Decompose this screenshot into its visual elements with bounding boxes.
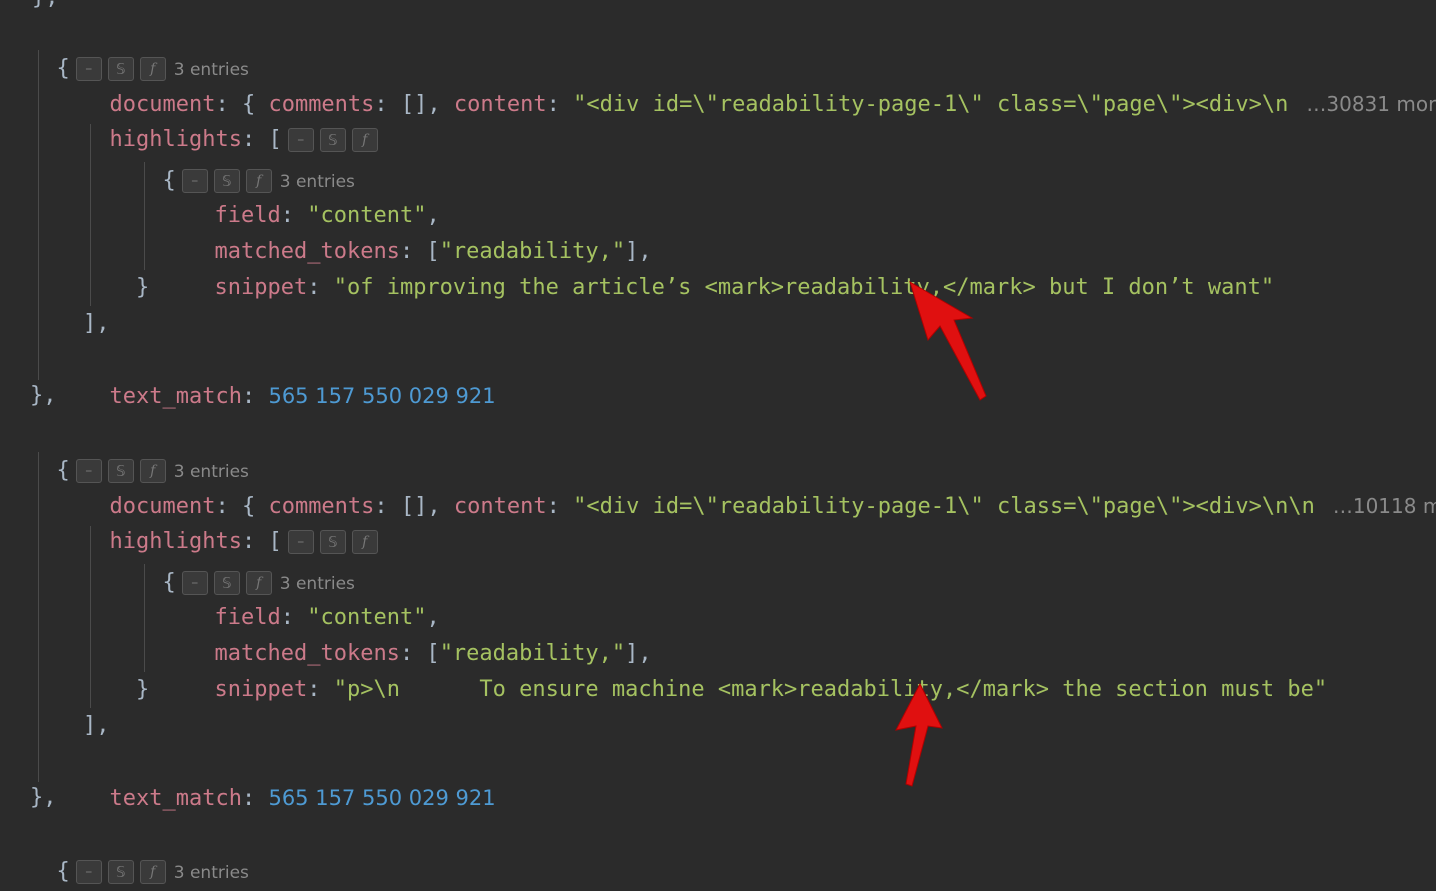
snippet-row: snippet: "p>\n To ensure machine <mark>r… bbox=[214, 677, 1328, 702]
indent-guide bbox=[90, 124, 91, 306]
highlight-object-header: {– 𝕊f 3 entries bbox=[162, 168, 355, 193]
highlights-close: ], bbox=[83, 311, 110, 336]
annotation-arrow-1 bbox=[909, 280, 987, 401]
text-match-row: text_match: 565 157 550 029 921 bbox=[109, 786, 496, 811]
field-row: field: "content", bbox=[214, 203, 440, 228]
snippet-row: snippet: "of improving the article’s <ma… bbox=[214, 275, 1275, 300]
indent-guide bbox=[144, 564, 145, 672]
stringify-button[interactable]: 𝕊 bbox=[107, 860, 134, 884]
annotation-arrow-2 bbox=[895, 682, 943, 787]
matched-tokens-row: matched_tokens: ["readability,"], bbox=[214, 641, 652, 666]
document-row[interactable]: document: { comments: [], content: "<div… bbox=[83, 50, 1436, 117]
highlight-object-header: {– 𝕊f 3 entries bbox=[162, 570, 355, 595]
indent-guide bbox=[144, 162, 145, 270]
entries-count: 3 entries bbox=[173, 863, 249, 883]
indent-guide bbox=[90, 526, 91, 708]
field-row: field: "content", bbox=[214, 605, 440, 630]
record-3-header: {– 𝕊f 3 entries bbox=[56, 859, 249, 884]
highlights-row: highlights: [– 𝕊f bbox=[83, 488, 378, 554]
highlights-close: ], bbox=[83, 713, 110, 738]
previous-record-close: }, bbox=[32, 0, 59, 16]
highlight-object-close: } bbox=[136, 275, 150, 300]
function-button[interactable]: f bbox=[351, 530, 378, 554]
function-button[interactable]: f bbox=[351, 128, 378, 152]
document-row[interactable]: document: { comments: [], content: "<div… bbox=[83, 452, 1436, 519]
matched-tokens-row: matched_tokens: ["readability,"], bbox=[214, 239, 652, 264]
text-match-row: text_match: 565 157 550 029 921 bbox=[109, 384, 496, 409]
truncated-more[interactable]: …30831 more bbox=[1306, 92, 1436, 116]
function-button[interactable]: f bbox=[139, 860, 166, 884]
record-1-header: {– 𝕊f 3 entries bbox=[56, 56, 249, 81]
indent-guide bbox=[38, 452, 39, 782]
highlight-object-close: } bbox=[136, 677, 150, 702]
record-2-close: }, bbox=[30, 785, 57, 810]
record-1-close: }, bbox=[30, 383, 57, 408]
indent-guide bbox=[38, 50, 39, 380]
collapse-button[interactable]: – bbox=[75, 860, 102, 884]
truncated-more[interactable]: …10118 more bbox=[1333, 494, 1436, 518]
record-2-header: {– 𝕊f 3 entries bbox=[56, 458, 249, 483]
highlights-row: highlights: [– 𝕊f bbox=[83, 86, 378, 152]
